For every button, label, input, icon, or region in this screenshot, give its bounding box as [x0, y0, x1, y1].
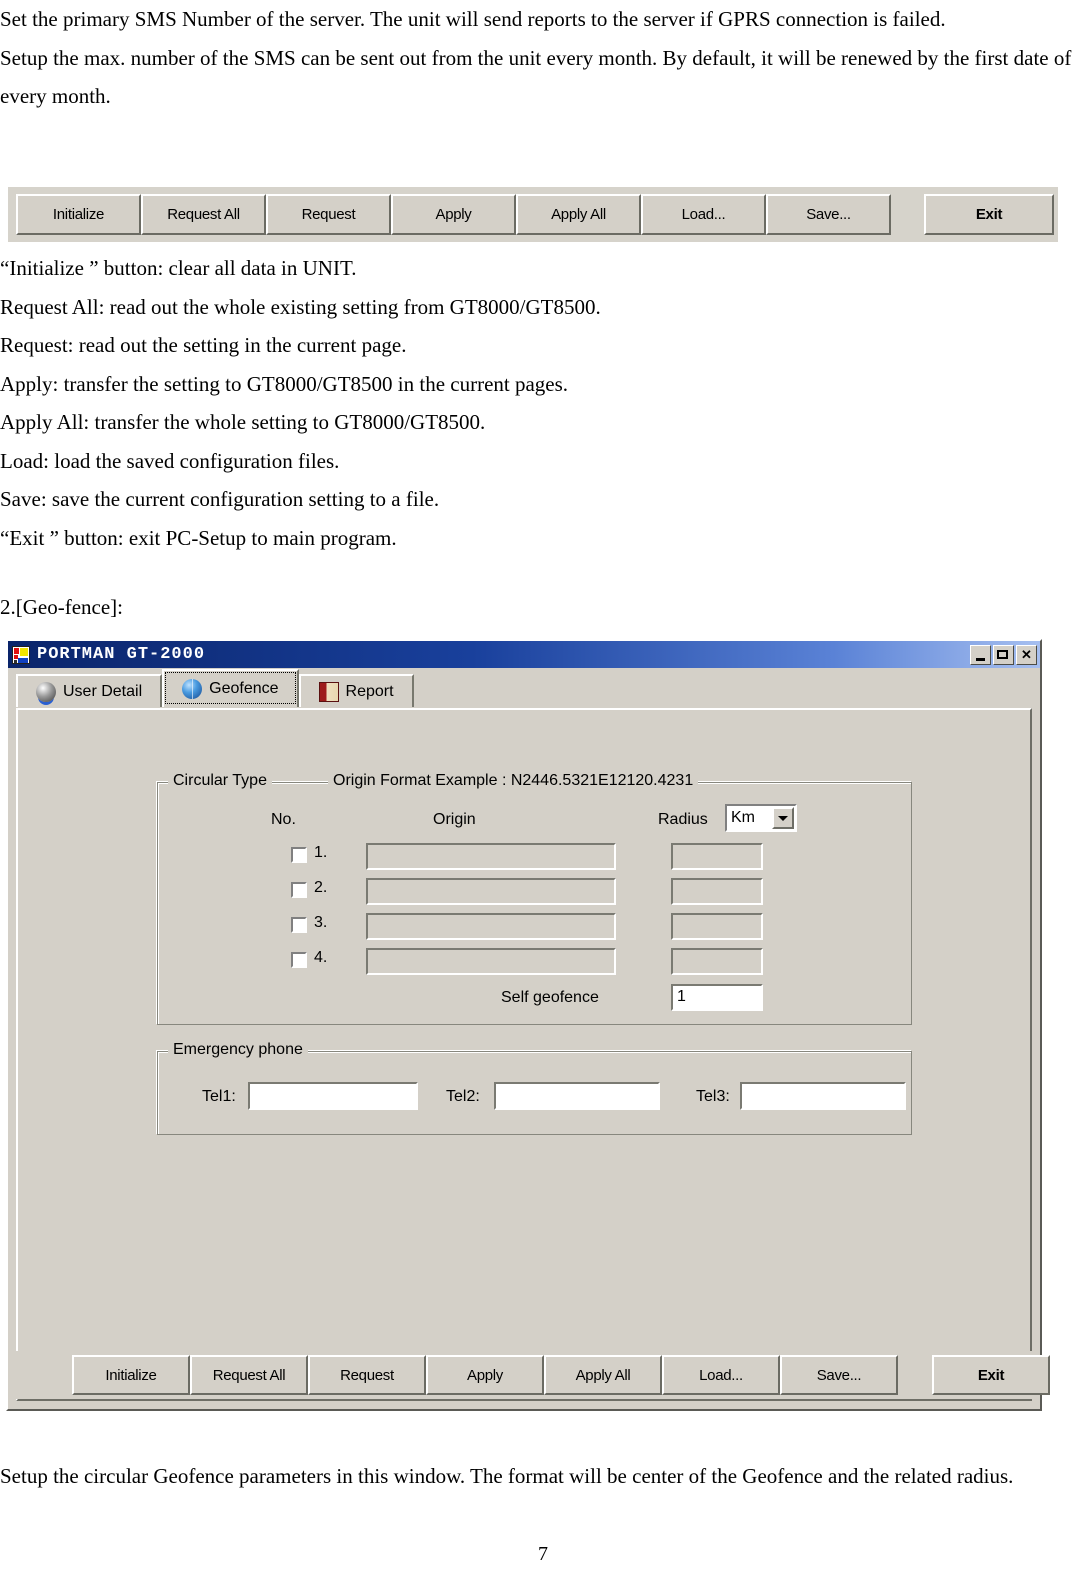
- request-all-button[interactable]: Request All: [141, 194, 266, 235]
- button-description-list: “Initialize ” button: clear all data in …: [0, 249, 1060, 557]
- tel2-label: Tel2:: [446, 1088, 480, 1105]
- self-geofence-input[interactable]: 1: [671, 984, 763, 1011]
- tel3-label: Tel3:: [696, 1088, 730, 1105]
- initialize-button[interactable]: Initialize: [16, 194, 141, 235]
- geofence-row-3-origin-input[interactable]: [366, 913, 616, 940]
- tel1-label: Tel1:: [202, 1088, 236, 1105]
- save-button-bottom[interactable]: Save...: [780, 1355, 898, 1395]
- geofence-row-3-number: 3.: [314, 914, 328, 931]
- globe-icon: [182, 679, 203, 699]
- radius-unit-select[interactable]: Km: [725, 804, 797, 832]
- request-button[interactable]: Request: [266, 194, 391, 235]
- desc-request: Request: read out the setting in the cur…: [0, 333, 407, 357]
- apply-all-button[interactable]: Apply All: [516, 194, 641, 235]
- radius-unit-value: Km: [731, 809, 755, 826]
- load-button[interactable]: Load...: [641, 194, 766, 235]
- self-geofence-label: Self geofence: [501, 989, 599, 1006]
- tabstrip: User Detail Geofence Report: [8, 669, 1040, 707]
- circular-type-group-title: Circular Type: [168, 772, 272, 790]
- request-button-bottom[interactable]: Request: [308, 1355, 426, 1395]
- geofence-row-4-checkbox[interactable]: [291, 952, 307, 968]
- geofence-row-3-radius-input[interactable]: [671, 913, 763, 940]
- geofence-row-3-checkbox[interactable]: [291, 917, 307, 933]
- geofence-row-2-radius-input[interactable]: [671, 878, 763, 905]
- toolbar-top-button-group: Initialize Request All Request Apply App…: [16, 194, 891, 235]
- intro-paragraphs: Set the primary SMS Number of the server…: [0, 0, 1082, 116]
- figure-caption: Setup the circular Geofence parameters i…: [0, 1464, 1014, 1488]
- tel3-input[interactable]: [740, 1082, 906, 1110]
- circular-type-group: Circular Type Origin Format Example : N2…: [157, 772, 912, 1025]
- minimize-icon[interactable]: [970, 644, 991, 665]
- user-detail-icon: [36, 681, 56, 702]
- section-heading: 2.[Geo-fence]:: [0, 595, 124, 619]
- tab-user-detail-label: User Detail: [63, 682, 143, 700]
- request-all-button-bottom[interactable]: Request All: [190, 1355, 308, 1395]
- geofence-row-3: 3.: [158, 911, 911, 941]
- save-button[interactable]: Save...: [766, 194, 891, 235]
- geofence-row-2: 2.: [158, 876, 911, 906]
- geofence-row-1-checkbox[interactable]: [291, 847, 307, 863]
- tel1-input[interactable]: [248, 1082, 418, 1110]
- tab-geofence-label: Geofence: [209, 680, 279, 697]
- close-icon[interactable]: ✕: [1016, 644, 1037, 665]
- toolbar-bottom-button-group: Initialize Request All Request Apply App…: [72, 1355, 898, 1395]
- tab-report[interactable]: Report: [298, 674, 414, 707]
- apply-button[interactable]: Apply: [391, 194, 516, 235]
- toolbar-top: Initialize Request All Request Apply App…: [8, 187, 1058, 242]
- toolbar-bottom-exit-group: Exit: [932, 1355, 1050, 1395]
- chevron-down-icon[interactable]: [772, 807, 794, 829]
- geofence-row-1-origin-input[interactable]: [366, 843, 616, 870]
- intro-paragraph-2: Setup the max. number of the SMS can be …: [0, 45, 1072, 109]
- window-titlebar[interactable]: PORTMAN GT-2000 ✕: [8, 641, 1040, 668]
- apply-all-button-bottom[interactable]: Apply All: [544, 1355, 662, 1395]
- desc-save: Save: save the current configuration set…: [0, 487, 440, 511]
- window-controls: ✕: [970, 644, 1037, 665]
- load-button-bottom[interactable]: Load...: [662, 1355, 780, 1395]
- column-header-origin: Origin: [433, 811, 476, 828]
- intro-paragraph-1: Set the primary SMS Number of the server…: [0, 7, 946, 31]
- origin-format-hint: Origin Format Example : N2446.5321E12120…: [328, 772, 699, 790]
- emergency-phone-group: Emergency phone Tel1: Tel2: Tel3:: [157, 1041, 912, 1135]
- toolbar-bottom: Initialize Request All Request Apply App…: [16, 1351, 1050, 1399]
- initialize-button-bottom[interactable]: Initialize: [72, 1355, 190, 1395]
- geofence-row-2-checkbox[interactable]: [291, 882, 307, 898]
- tab-report-label: Report: [345, 682, 394, 700]
- tab-user-detail[interactable]: User Detail: [16, 674, 163, 707]
- tel2-input[interactable]: [494, 1082, 660, 1110]
- toolbar-top-exit-group: Exit: [924, 194, 1054, 235]
- page-number: 7: [538, 1543, 548, 1565]
- geofence-row-1-number: 1.: [314, 844, 328, 861]
- geofence-row-4-number: 4.: [314, 949, 328, 966]
- apply-button-bottom[interactable]: Apply: [426, 1355, 544, 1395]
- exit-button[interactable]: Exit: [924, 194, 1054, 235]
- application-window: PORTMAN GT-2000 ✕ User Detail Geofence R…: [6, 639, 1050, 1411]
- tab-geofence[interactable]: Geofence: [162, 669, 299, 707]
- exit-button-bottom[interactable]: Exit: [932, 1355, 1050, 1395]
- desc-apply-all: Apply All: transfer the whole setting to…: [0, 410, 486, 434]
- desc-initialize: “Initialize ” button: clear all data in …: [0, 256, 357, 280]
- tab-panel-geofence: Circular Type Origin Format Example : N2…: [16, 708, 1032, 1401]
- geofence-row-2-origin-input[interactable]: [366, 878, 616, 905]
- desc-request-all: Request All: read out the whole existing…: [0, 294, 601, 319]
- geofence-row-4: 4.: [158, 946, 911, 976]
- geofence-row-4-origin-input[interactable]: [366, 948, 616, 975]
- desc-apply: Apply: transfer the setting to GT8000/GT…: [0, 371, 569, 396]
- geofence-row-1: 1.: [158, 841, 911, 871]
- emergency-phone-group-title: Emergency phone: [168, 1041, 308, 1059]
- report-book-icon: [318, 681, 339, 702]
- column-header-radius: Radius: [658, 811, 708, 828]
- geofence-row-1-radius-input[interactable]: [671, 843, 763, 870]
- window-title: PORTMAN GT-2000: [37, 645, 206, 664]
- geofence-row-4-radius-input[interactable]: [671, 948, 763, 975]
- geofence-row-2-number: 2.: [314, 879, 328, 896]
- column-header-no: No.: [271, 811, 296, 828]
- desc-load: Load: load the saved configuration files…: [0, 448, 340, 473]
- maximize-icon[interactable]: [993, 644, 1014, 665]
- desc-exit: “Exit ” button: exit PC-Setup to main pr…: [0, 525, 397, 550]
- app-palette-icon: [12, 645, 30, 664]
